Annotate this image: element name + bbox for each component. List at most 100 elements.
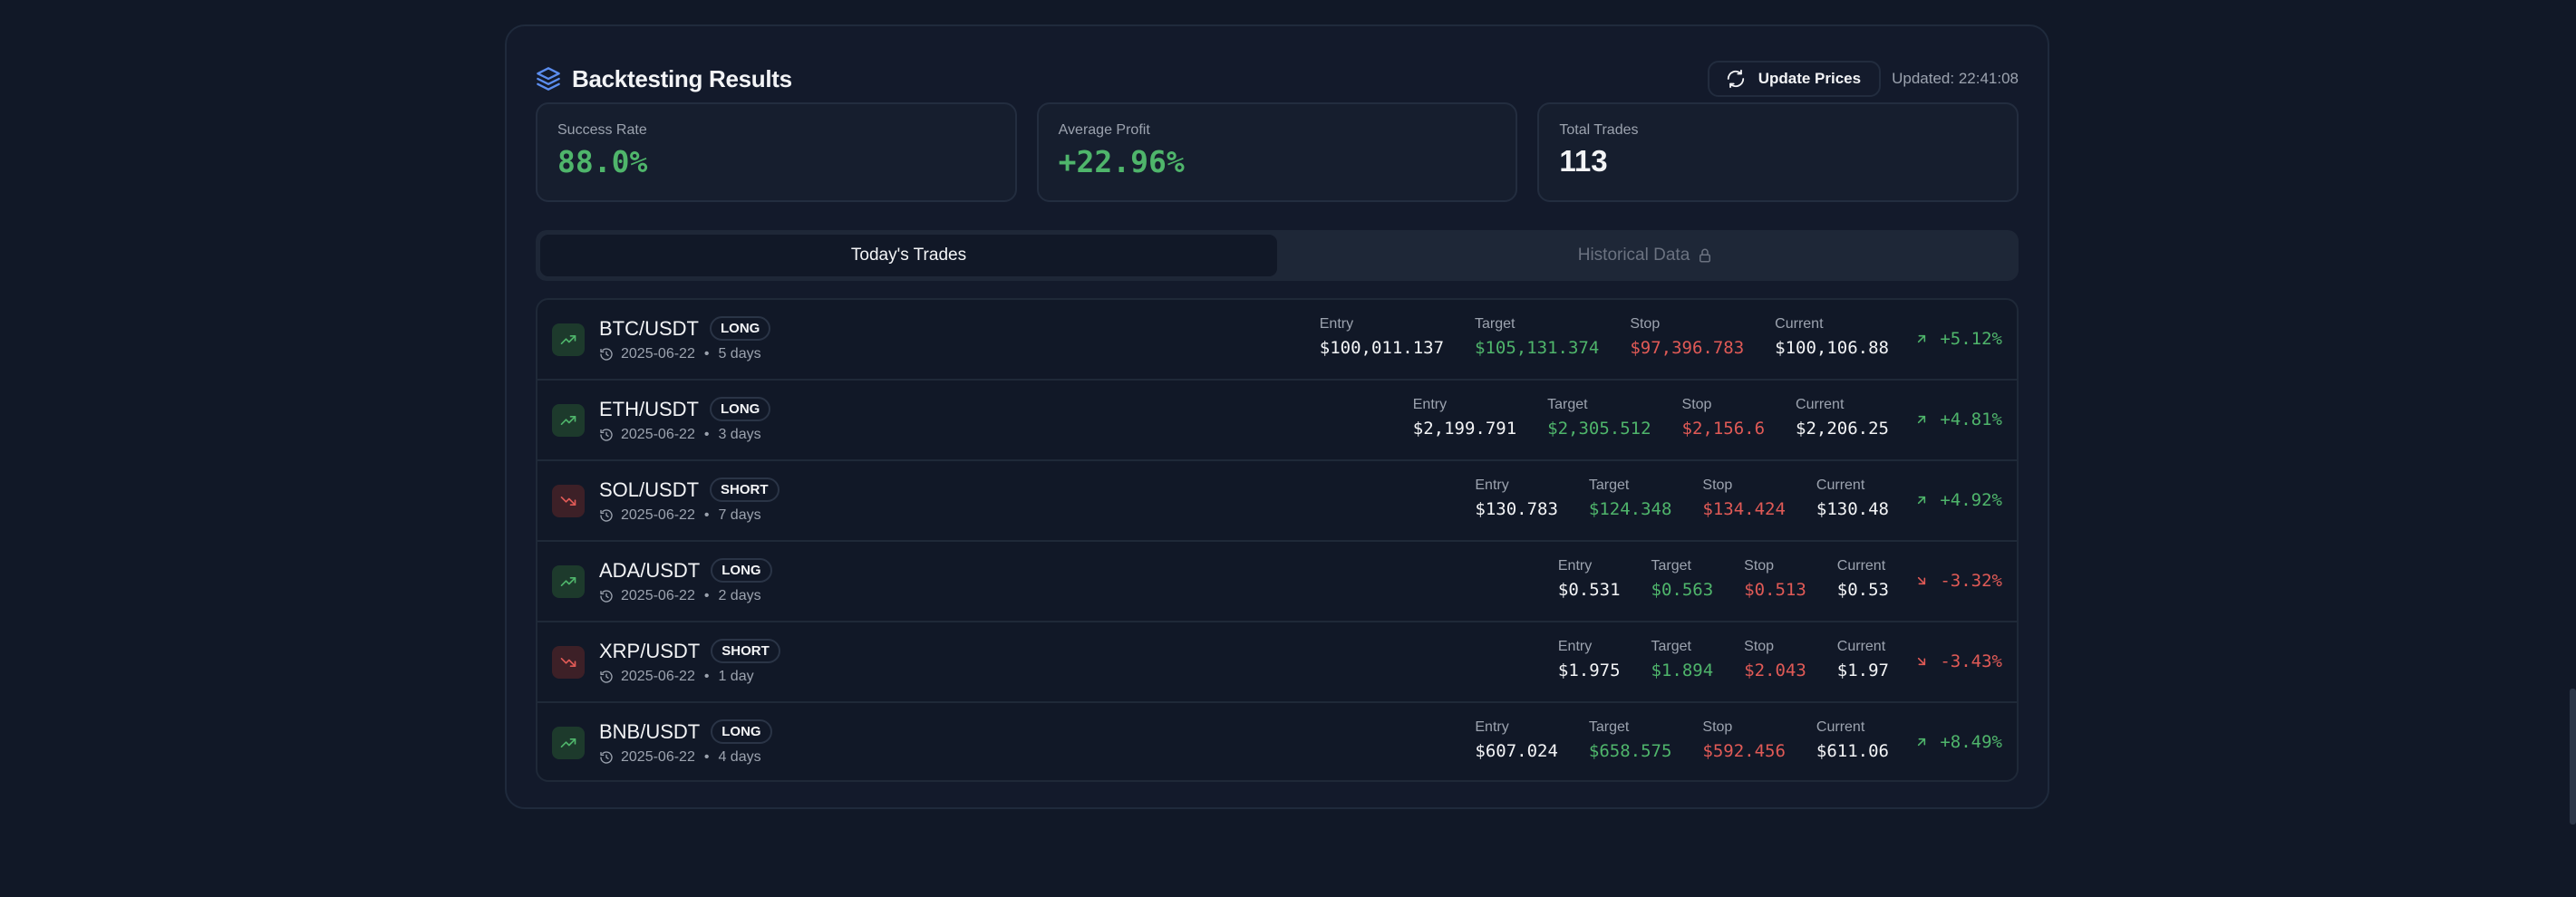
separator-dot: • <box>703 669 710 684</box>
target-value: $658.575 <box>1588 741 1672 761</box>
trade-row[interactable]: ETH/USDT LONG 2025-06-22 • 3 days Entry … <box>537 381 2017 461</box>
target-value: $0.563 <box>1651 580 1714 600</box>
current-metric: Current $0.53 <box>1837 558 1889 600</box>
trade-date: 2025-06-22 <box>621 588 695 603</box>
trade-date: 2025-06-22 <box>621 669 695 684</box>
header-actions: Update Prices Updated: 22:41:08 <box>1707 61 2019 97</box>
trade-duration: 5 days <box>718 346 761 362</box>
trade-date: 2025-06-22 <box>621 346 695 362</box>
trade-duration: 4 days <box>718 749 761 765</box>
stop-metric: Stop $134.424 <box>1702 477 1786 519</box>
current-metric: Current $2,206.25 <box>1796 397 1889 439</box>
current-metric: Current $100,106.88 <box>1775 316 1889 358</box>
stop-metric: Stop $592.456 <box>1702 719 1786 761</box>
change-value: +8.49% <box>1940 732 2002 752</box>
trade-change: -3.32% <box>1914 571 2002 591</box>
lock-icon <box>1697 247 1713 264</box>
trade-change: +4.81% <box>1914 410 2002 429</box>
pair-line: ETH/USDT LONG <box>599 397 771 421</box>
entry-metric: Entry $607.024 <box>1475 719 1558 761</box>
arrow-up-right-icon <box>1914 412 1929 427</box>
entry-metric: Entry $2,199.791 <box>1413 397 1516 439</box>
entry-label: Entry <box>1412 397 1448 412</box>
stop-label: Stop <box>1702 719 1733 735</box>
trade-duration: 1 day <box>718 669 754 684</box>
updated-timestamp: Updated: 22:41:08 <box>1892 70 2019 87</box>
trade-pair: BTC/USDT <box>599 316 699 340</box>
trade-duration: 3 days <box>718 427 761 442</box>
date-line: 2025-06-22 • 3 days <box>599 427 761 443</box>
separator-dot: • <box>703 346 710 362</box>
current-metric: Current $130.48 <box>1816 477 1889 519</box>
clock-icon <box>599 508 614 523</box>
trade-row[interactable]: SOL/USDT SHORT 2025-06-22 • 7 days Entry… <box>537 461 2017 542</box>
trade-pair: XRP/USDT <box>599 639 701 662</box>
arrow-up-right-icon <box>1914 332 1929 346</box>
trade-row[interactable]: XRP/USDT SHORT 2025-06-22 • 1 day Entry … <box>537 622 2017 703</box>
trade-change: +4.92% <box>1914 490 2002 510</box>
trade-side-badge: SHORT <box>710 477 780 502</box>
trade-row[interactable]: BTC/USDT LONG 2025-06-22 • 5 days Entry … <box>537 300 2017 381</box>
stop-value: $134.424 <box>1702 499 1786 519</box>
trade-change: +8.49% <box>1914 732 2002 752</box>
pair-line: SOL/USDT SHORT <box>599 477 780 502</box>
separator-dot: • <box>703 588 710 603</box>
trade-date: 2025-06-22 <box>621 427 695 442</box>
target-label: Target <box>1588 477 1630 493</box>
date-line: 2025-06-22 • 1 day <box>599 669 754 685</box>
entry-value: $1.975 <box>1557 661 1621 680</box>
current-label: Current <box>1816 477 1865 493</box>
trade-metrics: Entry $1.975 Target $1.894 Stop $2.043 C… <box>1558 639 1889 680</box>
tab-historical-data[interactable]: Historical Data <box>1277 235 2014 276</box>
total-trades-value: 113 <box>1559 144 1608 178</box>
average-profit-value: +22.96% <box>1058 144 1185 179</box>
tab-todays-trades-label: Today's Trades <box>850 246 967 265</box>
trade-row[interactable]: BNB/USDT LONG 2025-06-22 • 4 days Entry … <box>537 703 2017 780</box>
trending-up-icon <box>552 404 585 437</box>
tab-todays-trades[interactable]: Today's Trades <box>540 235 1277 276</box>
trending-up-icon <box>552 727 585 759</box>
entry-label: Entry <box>1557 558 1593 574</box>
arrow-down-right-icon <box>1914 574 1929 588</box>
stop-metric: Stop $97,396.783 <box>1630 316 1744 358</box>
trade-side-badge: LONG <box>711 719 772 744</box>
date-line: 2025-06-22 • 2 days <box>599 588 761 604</box>
separator-dot: • <box>703 507 710 523</box>
trade-side-badge: LONG <box>711 558 772 583</box>
stop-label: Stop <box>1681 397 1712 412</box>
pair-line: ADA/USDT LONG <box>599 558 772 583</box>
entry-metric: Entry $130.783 <box>1475 477 1558 519</box>
current-label: Current <box>1836 558 1886 574</box>
stop-label: Stop <box>1744 639 1775 654</box>
clock-icon <box>599 428 614 442</box>
stats-row: Success Rate 88.0% Average Profit +22.96… <box>536 102 2019 202</box>
current-label: Current <box>1836 639 1886 654</box>
scrollbar-thumb[interactable] <box>2570 689 2576 825</box>
trade-pair: ADA/USDT <box>599 558 701 582</box>
average-profit-label: Average Profit <box>1058 122 1150 138</box>
trades-list: BTC/USDT LONG 2025-06-22 • 5 days Entry … <box>536 298 2019 782</box>
trade-metrics: Entry $607.024 Target $658.575 Stop $592… <box>1475 719 1889 761</box>
stop-metric: Stop $2,156.6 <box>1682 397 1766 439</box>
stop-metric: Stop $2.043 <box>1744 639 1806 680</box>
trending-up-icon <box>552 565 585 598</box>
trade-metrics: Entry $100,011.137 Target $105,131.374 S… <box>1320 316 1889 358</box>
update-prices-button[interactable]: Update Prices <box>1707 61 1882 97</box>
stop-value: $592.456 <box>1702 741 1786 761</box>
trade-change: +5.12% <box>1914 329 2002 349</box>
stop-label: Stop <box>1630 316 1661 332</box>
change-value: +4.92% <box>1940 490 2002 510</box>
entry-label: Entry <box>1557 639 1593 654</box>
target-label: Target <box>1475 316 1516 332</box>
trade-side-badge: LONG <box>710 397 771 421</box>
target-label: Target <box>1651 558 1691 574</box>
date-line: 2025-06-22 • 5 days <box>599 346 761 362</box>
stop-label: Stop <box>1702 477 1733 493</box>
trade-pair: SOL/USDT <box>599 477 700 501</box>
current-value: $130.48 <box>1816 499 1889 519</box>
trade-row[interactable]: ADA/USDT LONG 2025-06-22 • 2 days Entry … <box>537 542 2017 622</box>
total-trades-card: Total Trades 113 <box>1537 102 2019 202</box>
stop-value: $2,156.6 <box>1681 419 1766 439</box>
trade-pair: BNB/USDT <box>599 719 701 743</box>
entry-value: $100,011.137 <box>1319 338 1445 358</box>
